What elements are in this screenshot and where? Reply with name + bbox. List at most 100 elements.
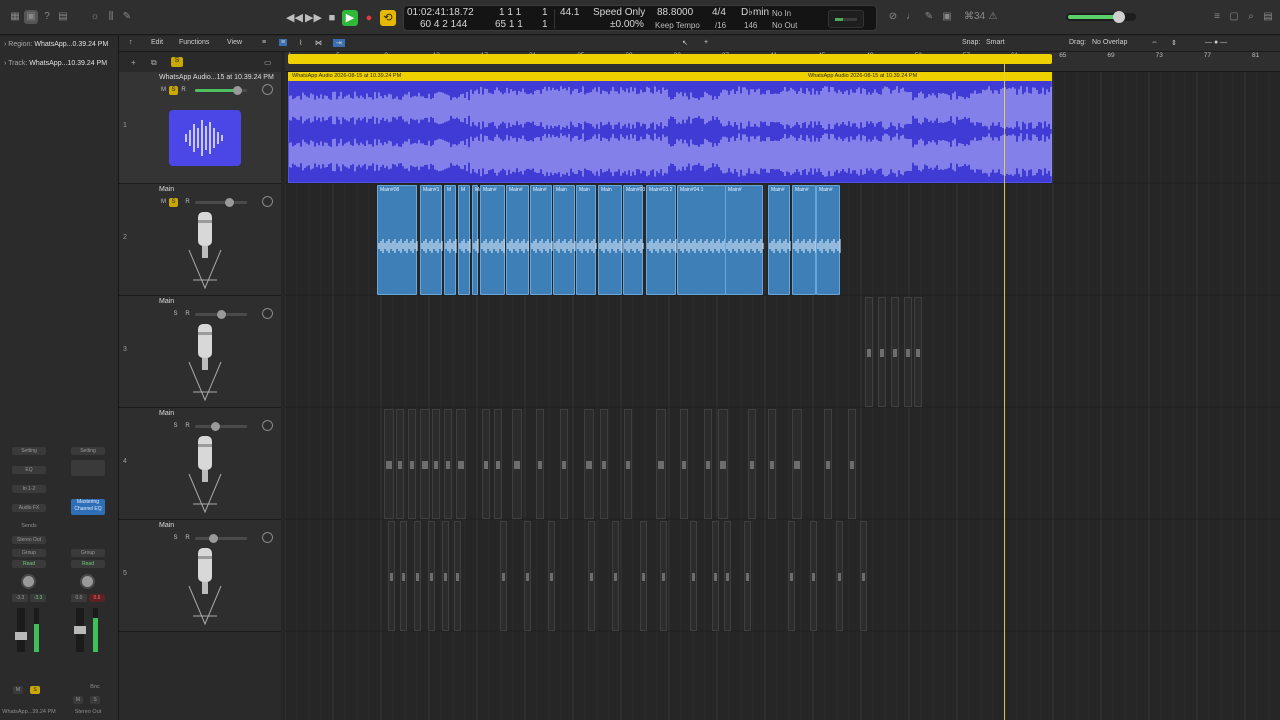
audio-region[interactable]: Main: [553, 185, 576, 295]
solo-icon[interactable]: ✎: [922, 10, 936, 24]
strip2-setting[interactable]: Setting: [71, 447, 105, 455]
solo-button[interactable]: S: [171, 422, 180, 431]
muted-audio-region[interactable]: [388, 521, 395, 631]
record-enable-button[interactable]: R: [183, 310, 192, 319]
vertical-zoom-icon[interactable]: ⇕: [1171, 39, 1177, 47]
strip1-fader[interactable]: [15, 608, 27, 652]
muted-audio-region[interactable]: [444, 409, 452, 519]
volume-slider[interactable]: [195, 198, 247, 207]
audio-region[interactable]: Main#: [480, 185, 505, 295]
muted-audio-region[interactable]: [748, 409, 756, 519]
strip1-group[interactable]: Group: [12, 549, 46, 557]
muted-audio-region[interactable]: [482, 409, 490, 519]
muted-audio-region[interactable]: [494, 409, 502, 519]
cycle-region[interactable]: [288, 54, 1052, 64]
strip2-fader[interactable]: [74, 608, 86, 652]
muted-audio-region[interactable]: [810, 521, 817, 631]
input-monitor-icon[interactable]: [262, 196, 273, 207]
strip2-pan-knob[interactable]: [80, 574, 95, 589]
muted-audio-region[interactable]: [904, 297, 912, 407]
solo-button[interactable]: S: [169, 198, 178, 207]
mute-button[interactable]: M: [159, 86, 168, 95]
zoom-fit-icon[interactable]: ⇔: [1151, 39, 1158, 46]
snap-select[interactable]: Smart: [986, 39, 1005, 46]
volume-slider[interactable]: [195, 422, 247, 431]
muted-audio-region[interactable]: [690, 521, 697, 631]
volume-slider[interactable]: [195, 86, 247, 95]
toolbar-icon[interactable]: ▤: [56, 10, 70, 24]
volume-slider[interactable]: [195, 310, 247, 319]
duplicate-track-icon[interactable]: ⧉: [151, 58, 157, 68]
muted-audio-region[interactable]: [432, 409, 440, 519]
track-name[interactable]: Main: [159, 186, 174, 193]
replace-icon[interactable]: ⊘: [886, 10, 900, 24]
record-enable-button[interactable]: R: [183, 534, 192, 543]
quick-help-icon[interactable]: ?: [40, 10, 54, 24]
muted-audio-region[interactable]: [792, 409, 802, 519]
strip1-mute-button[interactable]: M: [13, 686, 23, 694]
functions-menu[interactable]: Functions: [179, 39, 209, 46]
audio-region[interactable]: Main#03.2: [646, 185, 677, 295]
track-header-5[interactable]: 5 Main S R: [119, 520, 281, 632]
cycle-icon[interactable]: ⟲: [380, 10, 396, 26]
pointer-tool-icon[interactable]: ↖: [682, 39, 688, 47]
flex-icon[interactable]: ⋈: [315, 39, 322, 47]
strip2-bnc[interactable]: Bnc: [88, 684, 102, 690]
muted-audio-region[interactable]: [428, 521, 435, 631]
muted-audio-region[interactable]: [836, 521, 843, 631]
muted-audio-region[interactable]: [420, 409, 430, 519]
strip1-output[interactable]: Stereo Out: [12, 536, 46, 544]
view-menu[interactable]: View: [227, 39, 242, 46]
track-header-4[interactable]: 4 Main S R: [119, 408, 281, 520]
track-name[interactable]: Main: [159, 410, 174, 417]
lcd-display[interactable]: 01:02:41:18.72 1 1 1 1 44.1 Speed Only 8…: [403, 5, 877, 31]
editors-icon[interactable]: ✎: [120, 10, 134, 24]
input-monitor-icon[interactable]: [262, 532, 273, 543]
add-track-icon[interactable]: +: [131, 58, 136, 67]
fast-forward-icon[interactable]: ▶▶: [305, 10, 322, 26]
counter-badge[interactable]: ⌘34: [964, 10, 985, 24]
smart-controls-icon[interactable]: ☼: [88, 10, 102, 24]
audio-region-header[interactable]: WhatsApp Audio 2026-08-15 at 10.39.24 PM…: [288, 72, 1052, 81]
muted-audio-region[interactable]: [384, 409, 394, 519]
audio-region[interactable]: Main#: [506, 185, 529, 295]
muted-audio-region[interactable]: [536, 409, 544, 519]
strip2-automation[interactable]: Read: [71, 560, 105, 568]
secondary-tool-icon[interactable]: +: [704, 39, 708, 46]
stop-icon[interactable]: ■: [324, 10, 340, 26]
muted-audio-region[interactable]: [584, 409, 594, 519]
muted-audio-region[interactable]: [612, 521, 619, 631]
muted-audio-region[interactable]: [660, 521, 667, 631]
strip1-solo-button[interactable]: S: [30, 686, 40, 694]
muted-audio-region[interactable]: [891, 297, 899, 407]
track-row[interactable]: › Track: WhatsApp...10.39.24 PM: [4, 60, 107, 67]
muted-audio-region[interactable]: [600, 409, 608, 519]
muted-audio-region[interactable]: [456, 409, 466, 519]
audio-region[interactable]: Main#: [792, 185, 817, 295]
muted-audio-region[interactable]: [824, 409, 832, 519]
loop-browser-icon[interactable]: ⌕: [1244, 10, 1258, 24]
audio-region[interactable]: Main: [472, 185, 486, 295]
muted-audio-region[interactable]: [408, 409, 416, 519]
solo-button[interactable]: S: [169, 86, 178, 95]
audio-region[interactable]: Main#: [530, 185, 553, 295]
audio-region[interactable]: M: [444, 185, 457, 295]
audio-region[interactable]: Main#08: [377, 185, 418, 295]
strip2-plugin[interactable]: Mastering Channel EQ: [71, 499, 105, 515]
audio-region[interactable]: Main#: [725, 185, 764, 295]
strip2-eq-thumbnail[interactable]: [71, 460, 105, 476]
muted-audio-region[interactable]: [414, 521, 421, 631]
strip1-audio-fx[interactable]: Audio FX: [12, 504, 46, 512]
muted-audio-region[interactable]: [724, 521, 731, 631]
muted-audio-region[interactable]: [454, 521, 461, 631]
track-name[interactable]: WhatsApp Audio...15 at 10.39.24 PM: [159, 74, 274, 81]
browser-icon[interactable]: ▤: [1261, 10, 1275, 24]
muted-audio-region[interactable]: [878, 297, 886, 407]
record-enable-button[interactable]: R: [179, 86, 188, 95]
input-monitor-icon[interactable]: [262, 308, 273, 319]
mute-button[interactable]: M: [159, 198, 168, 207]
muted-audio-region[interactable]: [704, 409, 712, 519]
muted-audio-region[interactable]: [500, 521, 507, 631]
muted-audio-region[interactable]: [400, 521, 407, 631]
master-volume-slider[interactable]: [1066, 11, 1136, 23]
